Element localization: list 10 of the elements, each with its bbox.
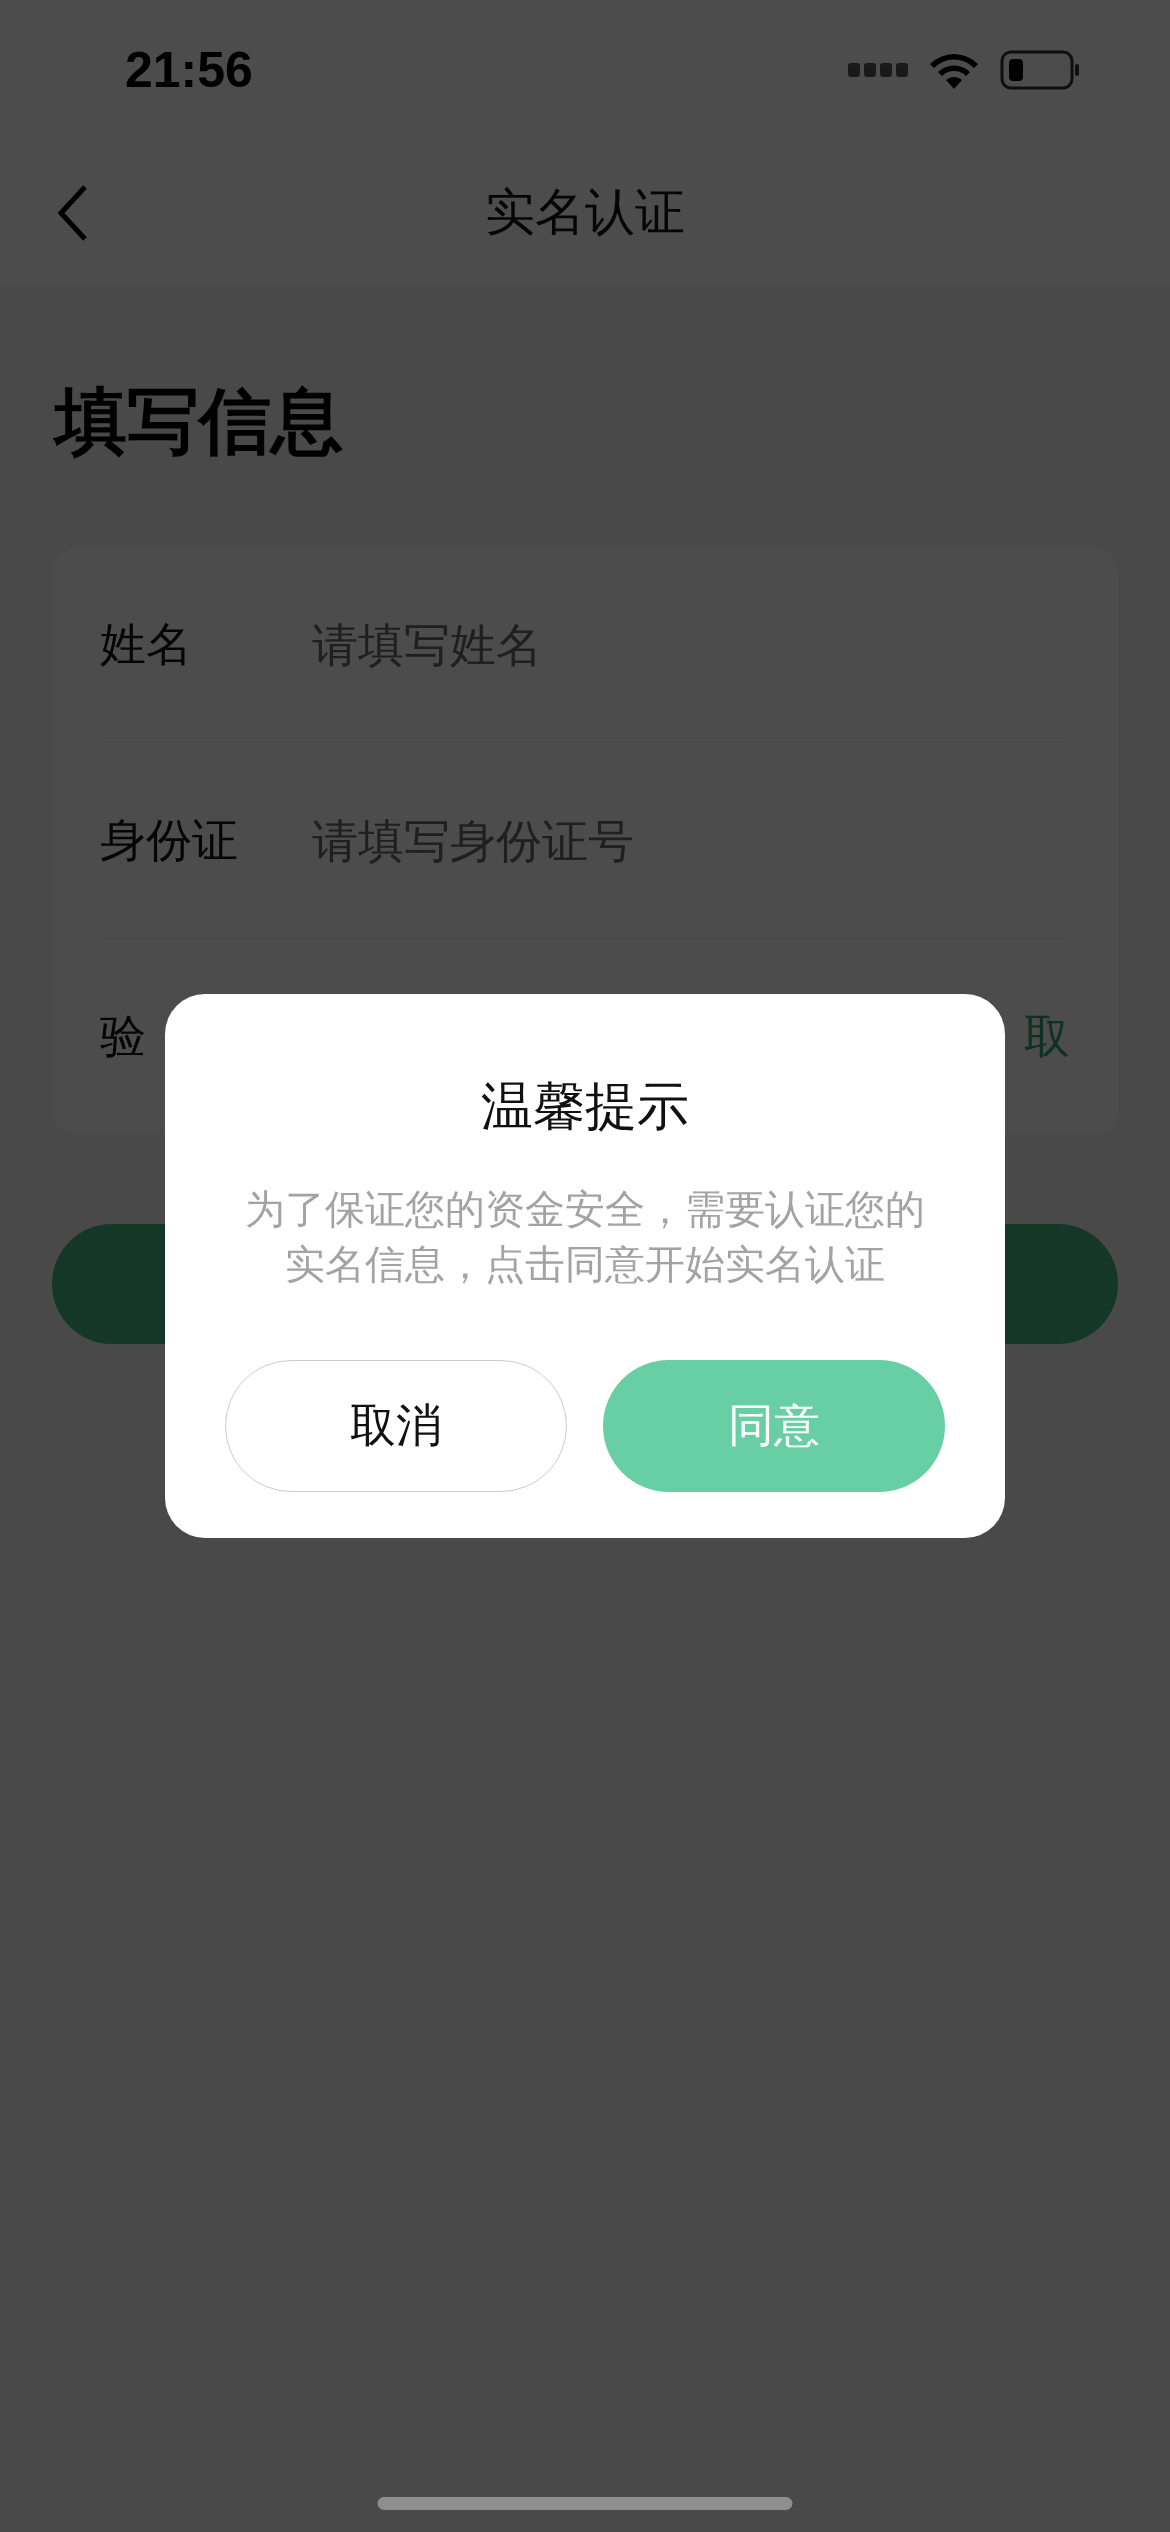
page-title: 实名认证 [485, 182, 685, 243]
cancel-button[interactable]: 取消 [225, 1360, 567, 1492]
field-label: 验 [100, 1007, 147, 1065]
status-time: 21:56 [125, 41, 253, 99]
agree-button[interactable]: 同意 [603, 1360, 945, 1492]
section-heading: 填写信息 [52, 378, 344, 457]
dialog-message: 为了保证您的资金安全，需要认证您的实名信息，点击同意开始实名认证 [245, 1185, 925, 1289]
field-label: 姓名 [100, 615, 193, 673]
dialog-title: 温馨提示 [481, 1075, 689, 1138]
field-label: 身份证 [100, 811, 239, 869]
